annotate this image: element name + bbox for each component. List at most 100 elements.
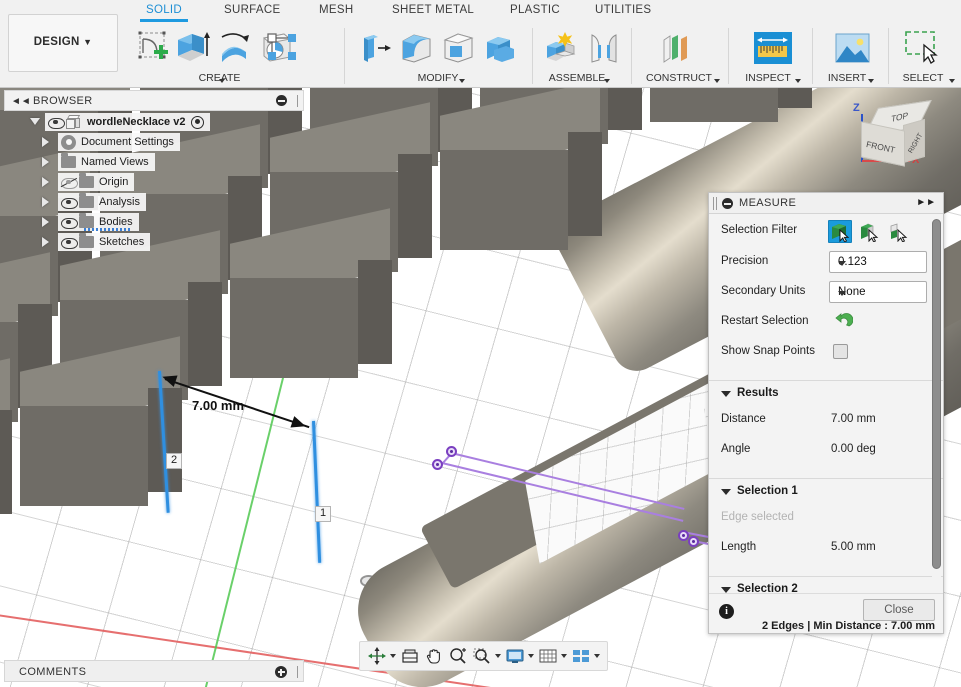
- pan-button[interactable]: [422, 641, 446, 671]
- tab-solid[interactable]: SOLID: [140, 2, 189, 22]
- tab-utilities[interactable]: UTILITIES: [589, 2, 657, 18]
- selection2-section-header[interactable]: Selection 2: [709, 576, 943, 593]
- select-face-icon[interactable]: [857, 220, 881, 243]
- tree-item-chip[interactable]: Analysis: [58, 193, 146, 211]
- zoom-button[interactable]: [446, 641, 470, 671]
- viewport-layout-button[interactable]: [569, 641, 602, 671]
- display-settings-caret-icon[interactable]: [528, 654, 534, 658]
- revolve-icon[interactable]: [212, 26, 256, 70]
- zoom-window-button[interactable]: [470, 641, 503, 671]
- shell-icon[interactable]: [436, 26, 480, 70]
- tab-mesh[interactable]: MESH: [313, 2, 359, 18]
- chevron-down-icon[interactable]: [721, 489, 731, 495]
- new-component-icon[interactable]: [538, 26, 582, 70]
- measure-icon[interactable]: [750, 26, 794, 70]
- insert-dropdown-caret[interactable]: [868, 79, 874, 83]
- construct-dropdown-caret[interactable]: [714, 79, 720, 83]
- pattern-icon[interactable]: [262, 26, 302, 66]
- precision-select[interactable]: 0.123: [829, 251, 927, 273]
- tree-item-chip[interactable]: Named Views: [58, 153, 155, 171]
- secondary-units-select[interactable]: None: [829, 281, 927, 303]
- info-icon[interactable]: i: [719, 604, 734, 619]
- tree-item-document-settings[interactable]: Document Settings: [4, 132, 304, 152]
- create-sketch-icon[interactable]: [132, 26, 172, 66]
- orbit-caret-icon[interactable]: [390, 654, 396, 658]
- grid-settings-button[interactable]: [536, 641, 569, 671]
- fit-view-button[interactable]: [398, 641, 422, 671]
- expand-arrow-icon[interactable]: [42, 237, 49, 247]
- tree-item-bodies[interactable]: Bodies: [4, 212, 304, 232]
- panel-construct-label[interactable]: CONSTRUCT: [634, 72, 724, 84]
- activate-component-radio[interactable]: [191, 115, 205, 129]
- expand-arrow-icon[interactable]: [42, 217, 49, 227]
- selection1-section-header[interactable]: Selection 1: [709, 478, 943, 504]
- press-pull-icon[interactable]: [352, 26, 396, 70]
- offset-plane-icon[interactable]: [656, 26, 700, 70]
- visibility-eye-off-icon[interactable]: [60, 177, 78, 189]
- expand-right-icon[interactable]: ►►: [916, 198, 936, 208]
- view-cube[interactable]: Z X TOP FRONT RIGHT: [839, 98, 943, 194]
- tab-plastic[interactable]: PLASTIC: [504, 2, 566, 18]
- create-dropdown-caret[interactable]: [219, 79, 225, 83]
- tree-item-chip[interactable]: wordleNecklace v2: [45, 113, 211, 131]
- minimize-icon[interactable]: [276, 95, 287, 106]
- tree-item-named-views[interactable]: Named Views: [4, 152, 304, 172]
- tree-item-root[interactable]: wordleNecklace v2: [4, 112, 304, 132]
- minimize-icon[interactable]: [722, 198, 733, 209]
- panel-select-label[interactable]: SELECT: [892, 72, 954, 84]
- expand-arrow-icon[interactable]: [42, 137, 49, 147]
- expand-arrow-icon[interactable]: [42, 177, 49, 187]
- viewport-layout-caret-icon[interactable]: [594, 654, 600, 658]
- snap-point-d[interactable]: [688, 536, 699, 547]
- visibility-eye-icon[interactable]: [61, 197, 78, 209]
- tab-sheet-metal[interactable]: SHEET METAL: [386, 2, 480, 18]
- browser-grip[interactable]: [297, 95, 298, 107]
- select-dropdown-caret[interactable]: [949, 79, 955, 83]
- visibility-eye-icon[interactable]: [61, 217, 78, 229]
- show-snap-points-checkbox[interactable]: [833, 344, 848, 359]
- grid-settings-caret-icon[interactable]: [561, 654, 567, 658]
- measure-drag-grip-2[interactable]: [716, 197, 717, 210]
- expand-arrow-icon[interactable]: [42, 197, 49, 207]
- expand-arrow-icon[interactable]: [30, 118, 40, 125]
- visibility-eye-icon[interactable]: [61, 237, 78, 249]
- display-settings-button[interactable]: [503, 641, 536, 671]
- visibility-eye-icon[interactable]: [48, 117, 65, 129]
- tab-surface[interactable]: SURFACE: [218, 2, 286, 18]
- snap-point-a[interactable]: [446, 446, 457, 457]
- restart-arrow-icon[interactable]: [833, 312, 854, 337]
- results-section-header[interactable]: Results: [709, 380, 943, 406]
- measure-drag-grip[interactable]: [713, 197, 714, 210]
- joint-icon[interactable]: [582, 26, 626, 70]
- inspect-dropdown-caret[interactable]: [795, 79, 801, 83]
- measure-header[interactable]: MEASURE ►►: [709, 193, 943, 214]
- workspace-selector[interactable]: DESIGN ▼: [8, 14, 118, 72]
- assemble-dropdown-caret[interactable]: [604, 79, 610, 83]
- tree-item-analysis[interactable]: Analysis: [4, 192, 304, 212]
- combine-icon[interactable]: [478, 26, 522, 70]
- add-comment-icon[interactable]: [275, 666, 287, 678]
- measure-scrollbar[interactable]: [932, 217, 941, 587]
- tree-item-chip[interactable]: Document Settings: [58, 133, 180, 151]
- panel-modify-label[interactable]: MODIFY: [352, 72, 524, 84]
- orbit-button[interactable]: [365, 641, 398, 671]
- select-body-icon[interactable]: [828, 220, 852, 243]
- tree-item-chip[interactable]: Sketches: [58, 233, 151, 251]
- modify-dropdown-caret[interactable]: [459, 79, 465, 83]
- select-window-icon[interactable]: [900, 26, 944, 70]
- tree-item-sketches[interactable]: Sketches: [4, 232, 304, 252]
- extrude-icon[interactable]: [170, 26, 214, 70]
- snap-point-b[interactable]: [432, 459, 443, 470]
- close-button[interactable]: Close: [863, 599, 935, 621]
- expand-arrow-icon[interactable]: [42, 157, 49, 167]
- chevron-down-icon[interactable]: [838, 261, 846, 266]
- comments-grip[interactable]: [297, 666, 298, 678]
- zoom-window-caret-icon[interactable]: [495, 654, 501, 658]
- select-edge-icon[interactable]: [886, 220, 910, 243]
- measure-scrollbar-thumb[interactable]: [932, 219, 941, 569]
- chevron-down-icon[interactable]: [721, 391, 731, 397]
- chevron-down-icon[interactable]: [838, 291, 846, 296]
- tree-item-origin[interactable]: Origin: [4, 172, 304, 192]
- fillet-icon[interactable]: [394, 26, 438, 70]
- collapse-left-icon[interactable]: ◄◄: [11, 97, 31, 107]
